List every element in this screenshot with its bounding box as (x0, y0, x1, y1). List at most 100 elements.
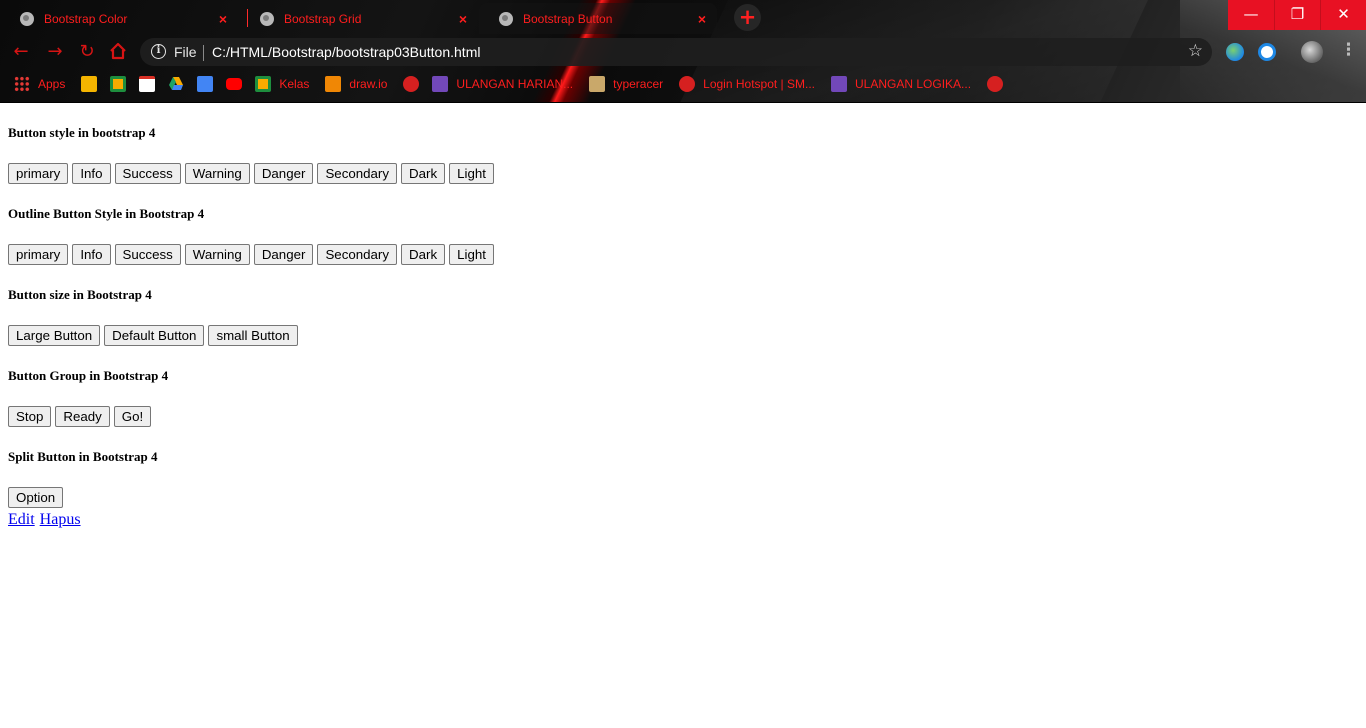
new-tab-button[interactable]: + (734, 4, 761, 31)
url-text[interactable]: C:/HTML/Bootstrap/bootstrap03Button.html (212, 44, 480, 60)
google-classroom-icon (110, 76, 127, 92)
button-group: Stop Ready Go! (8, 406, 1358, 427)
bookmark-star-icon[interactable]: ☆ (1188, 41, 1203, 61)
security-chip[interactable]: File (174, 44, 197, 60)
primary-button[interactable]: primary (8, 163, 69, 184)
tab-strip: Bootstrap Color × Bootstrap Grid × Boots… (0, 0, 1230, 34)
section-heading: Button size in Bootstrap 4 (8, 287, 152, 302)
browser-toolbar: ← → ↻ i File C:/HTML/Bootstrap/bootstrap… (0, 36, 1366, 68)
outline-danger-button[interactable]: Danger (253, 244, 314, 265)
reload-icon[interactable]: ↻ (76, 41, 98, 63)
close-tab-icon[interactable]: × (691, 11, 713, 27)
bookmark-google-classroom[interactable] (110, 76, 127, 92)
outline-dark-button[interactable]: Dark (401, 244, 446, 265)
page-content: Button style in bootstrap 4 primary Info… (8, 103, 1358, 529)
success-button[interactable]: Success (114, 163, 181, 184)
google-forms-icon (432, 76, 449, 92)
bookmark-ulangan-harian[interactable]: ULANGAN HARIAN... (432, 76, 573, 92)
google-forms-icon (831, 76, 847, 92)
light-button[interactable]: Light (449, 163, 494, 184)
bookmark-label: typeracer (613, 77, 664, 91)
button-style-row: primary Info Success Warning Danger Seco… (8, 163, 1358, 184)
profile-avatar[interactable] (1301, 41, 1323, 63)
outline-info-button[interactable]: Info (72, 244, 111, 265)
bookmark-globe[interactable] (403, 76, 420, 92)
outline-success-button[interactable]: Success (114, 244, 181, 265)
tab-bootstrap-button[interactable]: Bootstrap Button × (479, 3, 717, 34)
outline-secondary-button[interactable]: Secondary (317, 244, 398, 265)
address-bar[interactable]: i File C:/HTML/Bootstrap/bootstrap03Butt… (140, 38, 1212, 66)
bookmark-youtube[interactable] (226, 78, 243, 90)
outline-light-button[interactable]: Light (449, 244, 494, 265)
close-tab-icon[interactable]: × (212, 11, 234, 27)
bookmark-google-drive[interactable] (168, 76, 184, 92)
stop-button[interactable]: Stop (8, 406, 52, 427)
section-heading: Split Button in Bootstrap 4 (8, 449, 158, 464)
bookmark-typeracer[interactable]: typeracer (589, 76, 663, 92)
bookmark-gmail[interactable] (139, 76, 156, 92)
hapus-link[interactable]: Hapus (40, 511, 81, 528)
close-tab-icon[interactable]: × (452, 11, 474, 27)
bookmarks-bar: Apps Kelas draw.io ULANGAN HARIAN... typ… (0, 72, 1366, 96)
section-heading: Button Group in Bootstrap 4 (8, 368, 169, 383)
secondary-button[interactable]: Secondary (317, 163, 398, 184)
outline-warning-button[interactable]: Warning (184, 244, 250, 265)
danger-button[interactable]: Danger (253, 163, 314, 184)
tab-bootstrap-grid[interactable]: Bootstrap Grid × (240, 3, 478, 34)
globe-icon (499, 11, 513, 26)
google-drive-icon (168, 76, 184, 92)
bookmark-google-docs[interactable] (197, 76, 214, 92)
google-docs-icon (197, 76, 214, 92)
bookmark-label: Login Hotspot | SM... (703, 77, 815, 91)
google-keep-icon (81, 76, 98, 92)
info-button[interactable]: Info (72, 163, 111, 184)
bookmark-label: draw.io (349, 77, 388, 91)
small-button[interactable]: small Button (208, 325, 298, 346)
close-window-button[interactable]: ✕ (1320, 0, 1366, 30)
restore-button[interactable]: ❐ (1274, 0, 1320, 30)
globe-icon (987, 76, 1004, 92)
ready-button[interactable]: Ready (55, 406, 110, 427)
section-heading: Outline Button Style in Bootstrap 4 (8, 206, 205, 221)
info-icon[interactable]: i (151, 44, 166, 59)
bookmark-ulangan-logika[interactable]: ULANGAN LOGIKA... (831, 76, 971, 92)
section-heading: Button style in bootstrap 4 (8, 125, 156, 140)
bookmark-drawio[interactable]: draw.io (325, 76, 387, 92)
bookmark-globe[interactable] (987, 76, 1004, 92)
bookmark-kelas[interactable]: Kelas (255, 76, 309, 92)
extension-icon[interactable] (1258, 43, 1276, 61)
back-arrow-icon[interactable]: ← (10, 41, 32, 63)
minimize-button[interactable]: — (1228, 0, 1274, 30)
globe-icon (260, 11, 274, 26)
outline-primary-button[interactable]: primary (8, 244, 69, 265)
omnibox-divider (203, 45, 204, 61)
warning-button[interactable]: Warning (184, 163, 250, 184)
large-button[interactable]: Large Button (8, 325, 101, 346)
gmail-icon (139, 76, 156, 92)
outline-button-row: primary Info Success Warning Danger Seco… (8, 244, 1358, 265)
go-button[interactable]: Go! (113, 406, 152, 427)
button-size-row: Large Button Default Button small Button (8, 325, 1358, 346)
dark-button[interactable]: Dark (401, 163, 446, 184)
tab-title: Bootstrap Grid (284, 11, 362, 26)
forward-arrow-icon[interactable]: → (44, 41, 66, 63)
globe-icon (679, 76, 696, 92)
edit-link[interactable]: Edit (8, 511, 35, 528)
tab-title: Bootstrap Button (523, 11, 613, 26)
bookmark-google-keep[interactable] (81, 76, 98, 92)
menu-kebab-icon[interactable]: ⋮ (1340, 40, 1357, 60)
bookmark-label: ULANGAN LOGIKA... (855, 77, 972, 91)
split-button-menu: Edit Hapus (8, 511, 1358, 529)
bookmark-login-hotspot[interactable]: Login Hotspot | SM... (679, 76, 815, 92)
bookmark-apps[interactable]: Apps (14, 76, 65, 92)
youtube-icon (226, 78, 243, 90)
bookmark-label: ULANGAN HARIAN... (456, 77, 574, 91)
bookmark-label: Kelas (279, 77, 310, 91)
extension-icon[interactable] (1226, 43, 1244, 61)
home-icon[interactable] (107, 41, 129, 63)
drawio-icon (325, 76, 342, 92)
split-button-row: Option (8, 487, 1358, 508)
default-button[interactable]: Default Button (104, 325, 205, 346)
tab-bootstrap-color[interactable]: Bootstrap Color × (0, 3, 238, 34)
option-button[interactable]: Option (8, 487, 64, 508)
